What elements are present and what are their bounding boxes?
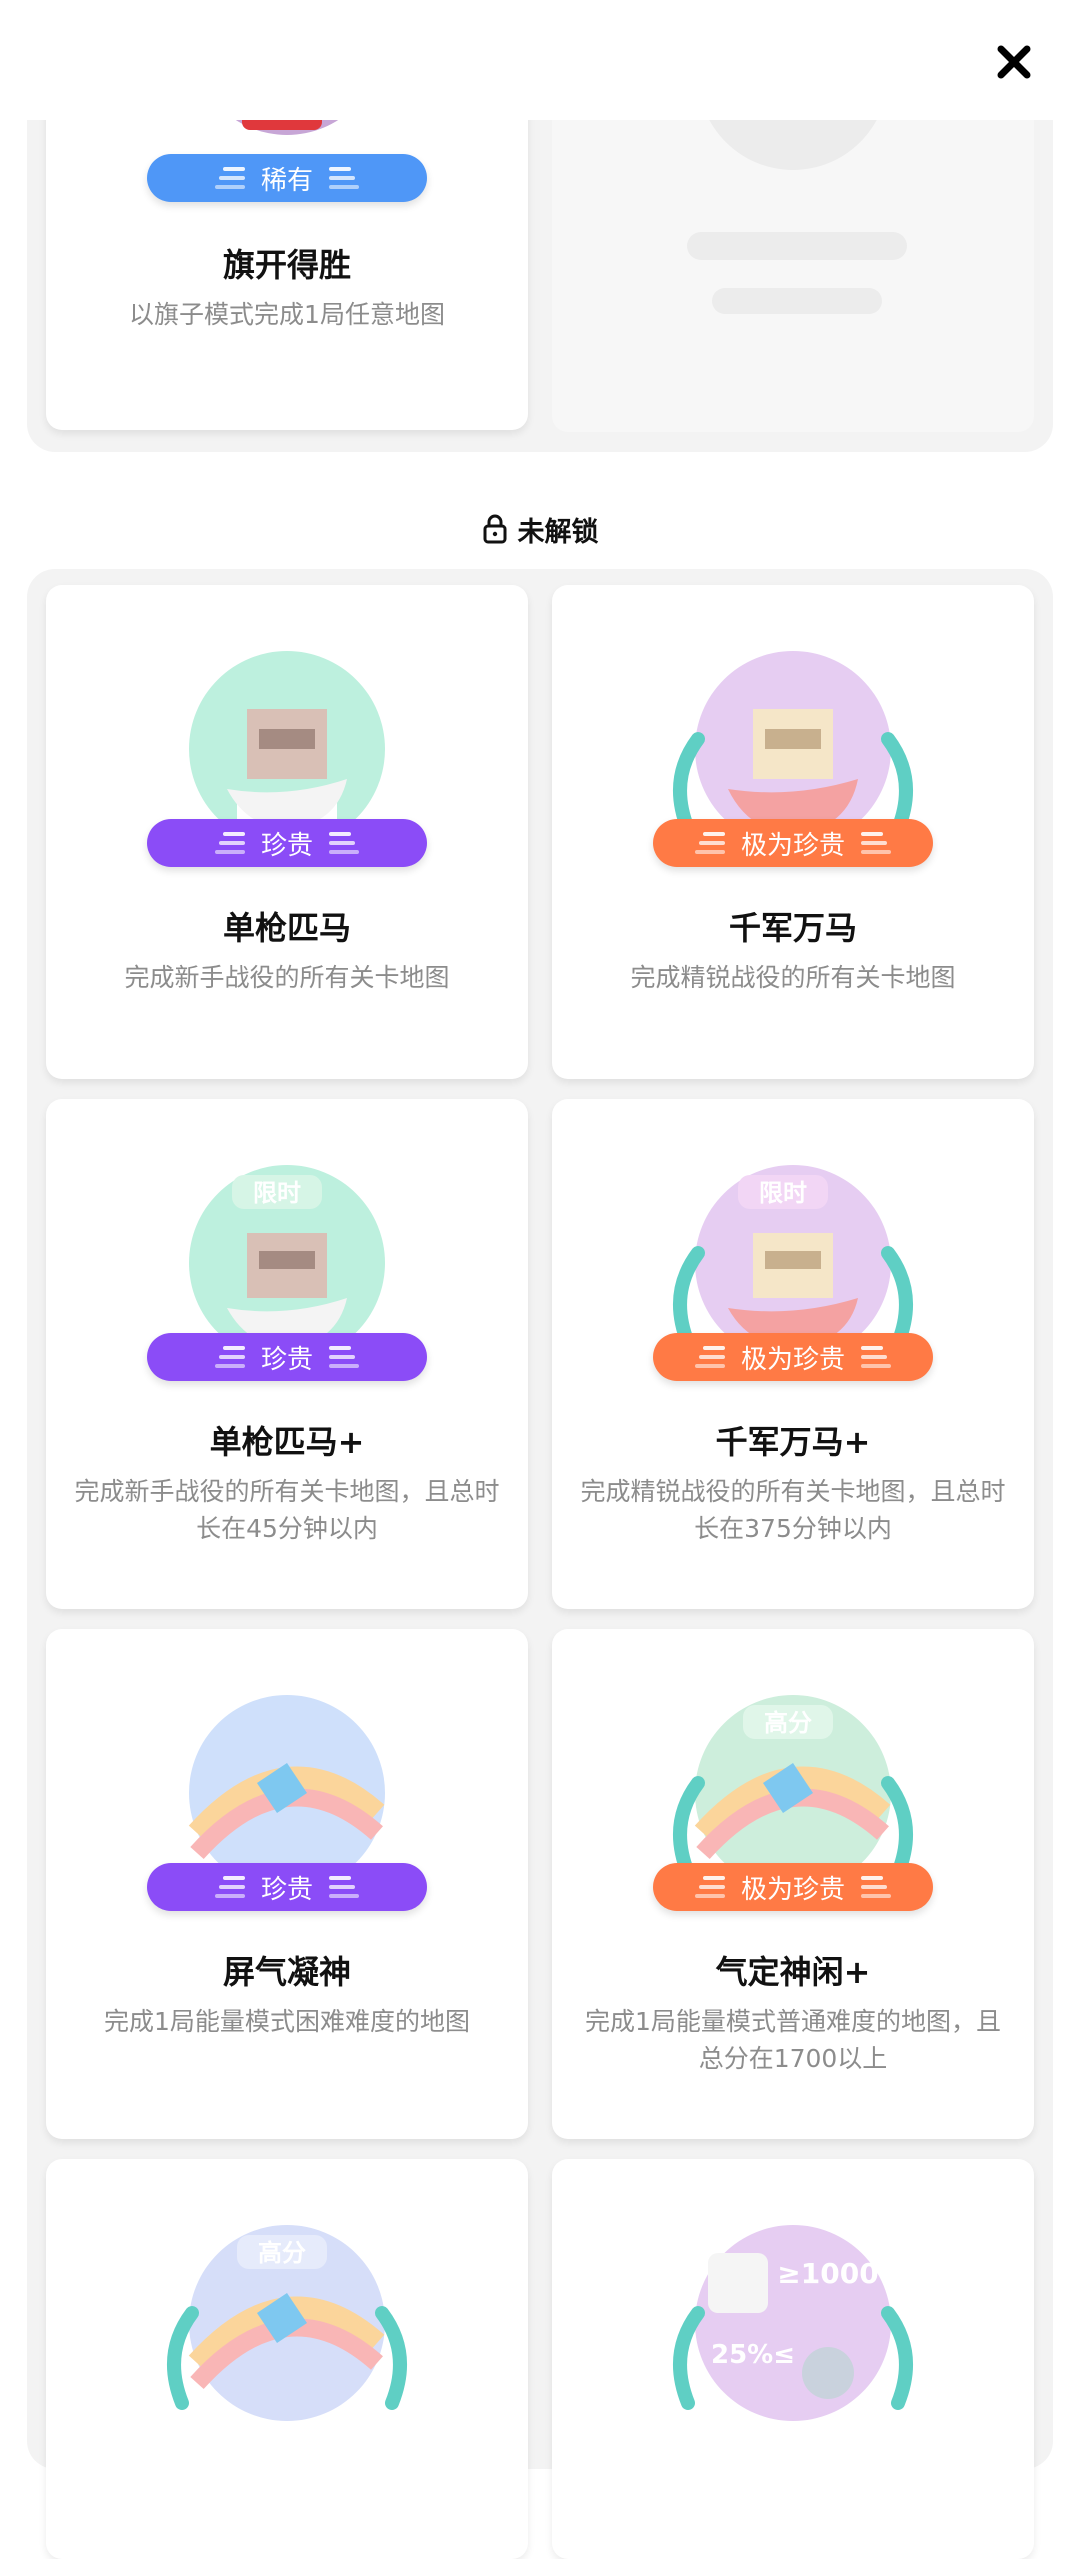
- close-button[interactable]: [988, 36, 1040, 88]
- achievement-desc: 完成新手战役的所有关卡地图: [124, 963, 450, 992]
- achievement-title: 单枪匹马: [222, 909, 351, 947]
- stripes-icon: [214, 1876, 245, 1898]
- rarity-badge: 极为珍贵: [653, 819, 933, 867]
- achievement-card[interactable]: ≥1000 25%≤: [552, 2159, 1034, 2559]
- achievement-title: 单枪匹马+: [209, 1423, 365, 1461]
- placeholder-line: [687, 232, 907, 260]
- rarity-badge: 稀有: [147, 154, 427, 202]
- achievement-art-rainbow-laurel: 高分: [167, 2225, 407, 2421]
- rarity-badge: 珍贵: [147, 1863, 427, 1911]
- art-label-secondary: 25%≤: [711, 2340, 795, 2370]
- stripes-icon: [861, 1876, 891, 1898]
- achievement-card[interactable]: 高分 极为珍贵 气定神闲+ 完成1局能量模式普通难度的地图，且总分在1700以上: [552, 1629, 1034, 2139]
- rarity-badge: 珍贵: [147, 1333, 427, 1381]
- achievement-desc: 以旗子模式完成1局任意地图: [129, 300, 445, 329]
- achievement-desc: 完成1局能量模式困难难度的地图: [104, 2007, 470, 2036]
- achievement-art-stats-laurel: ≥1000 25%≤: [673, 2225, 913, 2421]
- stripes-icon: [694, 1876, 725, 1898]
- stripes-icon: [214, 1346, 245, 1368]
- achievement-title: 旗开得胜: [222, 246, 351, 284]
- stripes-icon: [214, 832, 245, 854]
- achievement-desc: 完成精锐战役的所有关卡地图: [630, 963, 956, 992]
- stripes-icon: [329, 1346, 359, 1368]
- achievement-card[interactable]: 限时 珍贵 单枪匹马+ 完成新手战役的所有关卡地图，且总时长在45分钟以内: [46, 1099, 528, 1609]
- achievement-title: 千军万马: [728, 909, 857, 947]
- stripes-icon: [329, 1876, 359, 1898]
- rarity-label: 极为珍贵: [740, 830, 845, 861]
- stripes-icon: [214, 167, 245, 189]
- art-label: 高分: [258, 2239, 306, 2267]
- top-bar: [0, 0, 1080, 120]
- stripes-icon: [861, 832, 891, 854]
- rarity-label: 极为珍贵: [740, 1874, 845, 1905]
- achievement-card[interactable]: 限时 极为珍贵 千军万马+ 完成精锐战役的所有关卡地图，且总时长在375分钟以内: [552, 1099, 1034, 1609]
- placeholder-line: [712, 288, 882, 314]
- close-icon: [997, 45, 1031, 79]
- achievement-card[interactable]: 极为珍贵 千军万马 完成精锐战役的所有关卡地图: [552, 585, 1034, 1079]
- achievement-title: 屏气凝神: [222, 1953, 351, 1991]
- art-label: 高分: [764, 1709, 812, 1737]
- achievement-desc: 完成精锐战役的所有关卡地图，且总时长在375分钟以内: [580, 1477, 1006, 1543]
- stripes-icon: [694, 1346, 725, 1368]
- rarity-badge: 极为珍贵: [653, 1333, 933, 1381]
- achievement-card[interactable]: 珍贵 单枪匹马 完成新手战役的所有关卡地图: [46, 585, 528, 1079]
- rarity-label: 稀有: [260, 165, 313, 196]
- rarity-label: 珍贵: [260, 1344, 313, 1375]
- art-label: ≥1000: [777, 2257, 878, 2290]
- achievement-desc: 完成1局能量模式普通难度的地图，且总分在1700以上: [585, 2007, 1001, 2073]
- achievement-title: 气定神闲+: [715, 1953, 871, 1991]
- rarity-label: 珍贵: [260, 830, 313, 861]
- rarity-label: 珍贵: [260, 1874, 313, 1905]
- rarity-label: 极为珍贵: [740, 1344, 845, 1375]
- locked-panel: 珍贵 单枪匹马 完成新手战役的所有关卡地图 极为珍贵 千军万马 完成精锐战役的所…: [27, 569, 1053, 2559]
- achievement-desc: 完成新手战役的所有关卡地图，且总时长在45分钟以内: [74, 1477, 500, 1543]
- section-header-locked: 未解锁: [0, 505, 1080, 553]
- section-title: 未解锁: [517, 516, 599, 548]
- achievement-title: 千军万马+: [715, 1423, 871, 1461]
- achievement-card[interactable]: 高分: [46, 2159, 528, 2559]
- achievement-card[interactable]: 珍贵 屏气凝神 完成1局能量模式困难难度的地图: [46, 1629, 528, 2139]
- stripes-icon: [329, 167, 359, 189]
- stripes-icon: [861, 1346, 891, 1368]
- rarity-badge: 极为珍贵: [653, 1863, 933, 1911]
- art-label: 限时: [253, 1179, 301, 1207]
- lock-icon: [483, 514, 506, 544]
- rarity-badge: 珍贵: [147, 819, 427, 867]
- stripes-icon: [329, 832, 359, 854]
- art-label: 限时: [759, 1179, 807, 1207]
- stripes-icon: [694, 832, 725, 854]
